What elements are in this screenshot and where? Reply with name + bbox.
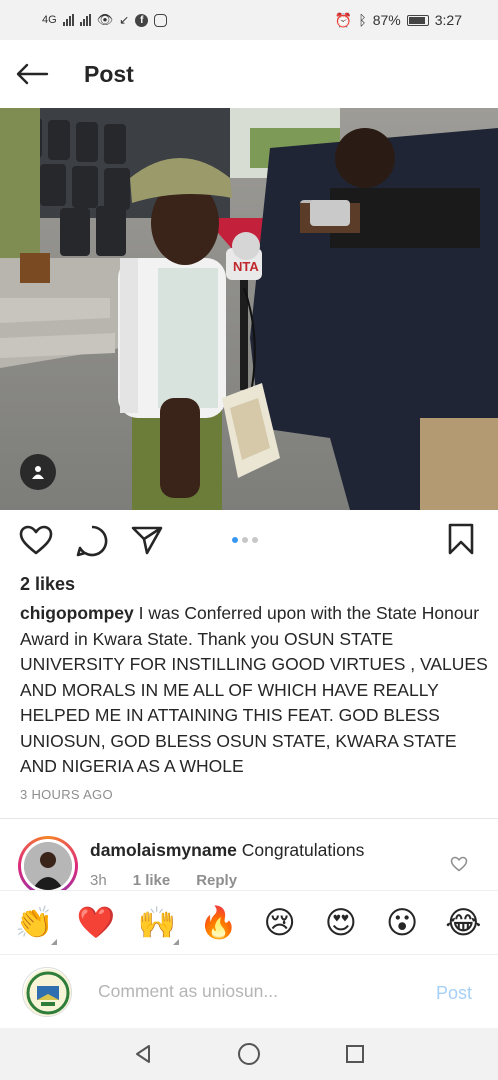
comment-time: 3h bbox=[90, 872, 107, 889]
like-count[interactable]: 2 likes bbox=[20, 574, 75, 595]
comment-meta: 3h 1 like Reply bbox=[90, 872, 237, 889]
person-icon bbox=[32, 466, 44, 479]
mic-badge: NTA bbox=[233, 259, 259, 274]
crying-emoji-button[interactable]: 😢 bbox=[256, 899, 304, 947]
network-label: 4G bbox=[42, 14, 57, 26]
heart-eyes-emoji-button[interactable]: 😍 bbox=[317, 899, 365, 947]
caption-username[interactable]: chigopompey bbox=[20, 603, 134, 623]
surprised-emoji-button[interactable]: 😮 bbox=[378, 899, 426, 947]
system-nav-bar bbox=[0, 1028, 498, 1080]
bluetooth-icon: ᛒ bbox=[358, 12, 367, 28]
alarm-icon: ⏰ bbox=[334, 11, 353, 28]
carousel-dot bbox=[252, 537, 258, 543]
laughing-emoji-button[interactable]: 😂 bbox=[439, 899, 487, 947]
comment-composer: Post bbox=[0, 954, 498, 1028]
post-image: NTA bbox=[0, 108, 498, 510]
comment-heart-icon[interactable] bbox=[450, 856, 468, 872]
post-comment-button[interactable]: Post bbox=[436, 983, 472, 1004]
signal-icon bbox=[62, 14, 74, 26]
status-left: 4G 👁 ↙ f bbox=[42, 12, 168, 28]
my-avatar bbox=[22, 967, 72, 1017]
carousel-indicator bbox=[232, 537, 258, 543]
clap-emoji-button[interactable]: 👏 bbox=[11, 899, 59, 947]
arrow-left-icon bbox=[16, 63, 49, 85]
instagram-icon bbox=[154, 13, 168, 27]
caption-text: I was Conferred upon with the State Hono… bbox=[20, 603, 488, 776]
commenter-avatar[interactable] bbox=[18, 836, 78, 890]
raised-hands-emoji-button[interactable]: 🙌 bbox=[133, 899, 181, 947]
facebook-icon: f bbox=[135, 13, 149, 27]
eye-icon: 👁 bbox=[96, 12, 114, 27]
comment-likes[interactable]: 1 like bbox=[133, 872, 171, 889]
back-button[interactable] bbox=[0, 40, 64, 108]
heart-emoji-button[interactable]: ❤️ bbox=[72, 899, 120, 947]
avatar bbox=[24, 842, 72, 890]
nav-back-icon[interactable] bbox=[132, 1043, 154, 1065]
comment-body: damolaismyname Congratulations bbox=[90, 840, 364, 861]
clock: 3:27 bbox=[434, 12, 462, 28]
comment-username[interactable]: damolaismyname bbox=[90, 840, 237, 860]
signal-2-icon bbox=[79, 14, 91, 26]
carousel-dot-active bbox=[232, 537, 238, 543]
post-caption: chigopompey I was Conferred upon with th… bbox=[20, 601, 490, 780]
battery-icon bbox=[406, 14, 429, 26]
app-header: Post bbox=[0, 40, 498, 108]
page-title: Post bbox=[84, 60, 134, 87]
university-logo-icon bbox=[24, 969, 71, 1016]
reply-button[interactable]: Reply bbox=[196, 872, 237, 889]
status-bar: 4G 👁 ↙ f ⏰ ᛒ 87% 3:27 bbox=[0, 0, 498, 40]
tagged-people-button[interactable] bbox=[20, 454, 56, 490]
avatar-picture bbox=[24, 842, 72, 890]
post-photo[interactable]: NTA bbox=[0, 108, 498, 510]
post-timestamp: 3 HOURS AGO bbox=[20, 787, 113, 802]
nav-recents-icon[interactable] bbox=[344, 1043, 366, 1065]
comment-icon[interactable] bbox=[75, 524, 109, 558]
fire-emoji-button[interactable]: 🔥 bbox=[194, 899, 242, 947]
post-actions bbox=[0, 518, 498, 564]
heart-icon[interactable] bbox=[18, 524, 54, 556]
status-right: ⏰ ᛒ 87% 3:27 bbox=[335, 12, 462, 29]
nav-home-icon[interactable] bbox=[237, 1042, 261, 1066]
battery-percent: 87% bbox=[372, 12, 401, 28]
comment-input[interactable] bbox=[98, 981, 398, 1002]
bookmark-icon[interactable] bbox=[447, 522, 475, 556]
emoji-bar: 👏 ❤️ 🙌 🔥 😢 😍 😮 😂 bbox=[0, 890, 498, 954]
share-icon[interactable] bbox=[130, 524, 164, 556]
carousel-dot bbox=[242, 537, 248, 543]
divider bbox=[0, 818, 498, 819]
comment-text: Congratulations bbox=[241, 840, 365, 860]
missed-call-icon: ↙ bbox=[119, 13, 130, 27]
comment-item: damolaismyname Congratulations 3h 1 like… bbox=[0, 830, 498, 890]
